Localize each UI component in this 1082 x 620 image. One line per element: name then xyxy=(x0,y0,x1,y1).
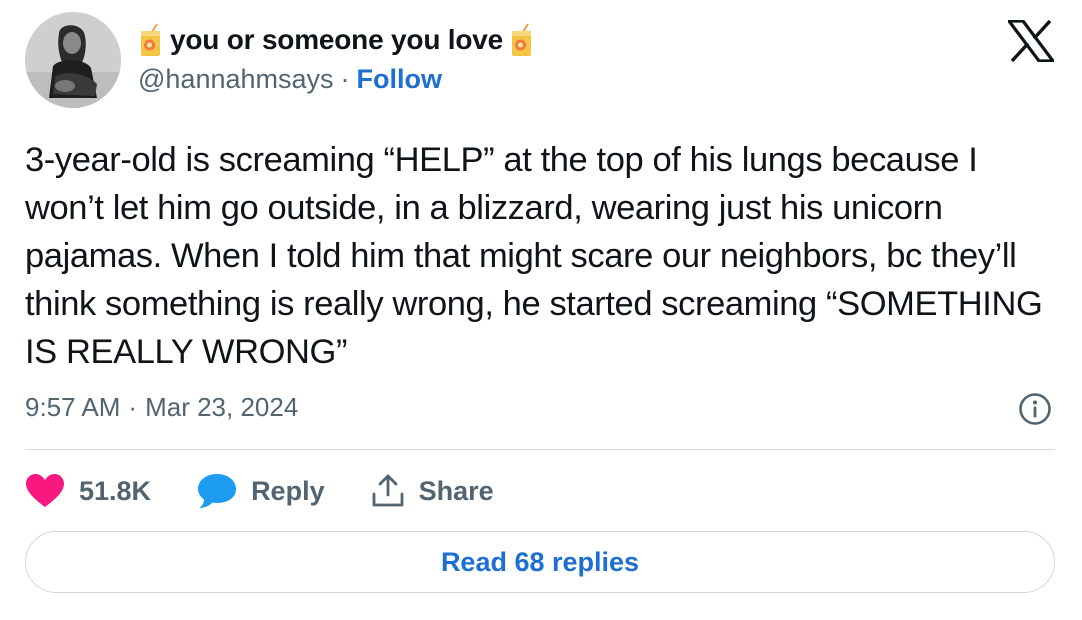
tweet-time: 9:57 AM xyxy=(25,392,121,422)
like-count: 51.8K xyxy=(79,475,152,506)
timestamp-separator: · xyxy=(128,392,138,422)
like-button[interactable]: 51.8K xyxy=(25,473,151,509)
tweet-card: you or someone you love @hannahmsays · F… xyxy=(0,0,1082,620)
reply-button[interactable]: Reply xyxy=(197,473,325,509)
tweet-date: Mar 23, 2024 xyxy=(145,392,299,422)
tweet-text: 3-year-old is screaming “HELP” at the to… xyxy=(25,141,1043,371)
info-icon[interactable] xyxy=(1018,392,1052,426)
author-identity: you or someone you love @hannahmsays · F… xyxy=(138,18,535,95)
avatar[interactable] xyxy=(25,12,121,108)
handle-separator: · xyxy=(340,64,350,94)
share-icon xyxy=(372,474,403,507)
action-bar: 51.8K Reply Share xyxy=(25,470,540,512)
display-name[interactable]: you or someone you love xyxy=(170,24,503,56)
heart-icon xyxy=(26,474,64,507)
speech-bubble-icon xyxy=(198,474,237,508)
x-logo-icon[interactable] xyxy=(1005,19,1057,63)
juice-box-icon xyxy=(138,23,164,57)
tweet-timestamp[interactable]: 9:57 AM · Mar 23, 2024 xyxy=(25,392,298,423)
handle-row: @hannahmsays · Follow xyxy=(138,64,535,95)
name-row: you or someone you love xyxy=(138,18,535,62)
read-replies-label: Read 68 replies xyxy=(440,546,640,577)
juice-box-icon xyxy=(509,23,535,57)
share-button[interactable]: Share xyxy=(371,473,494,509)
share-label: Share xyxy=(418,475,494,506)
reply-label: Reply xyxy=(251,475,325,506)
follow-button[interactable]: Follow xyxy=(357,64,442,95)
read-replies-button[interactable]: Read 68 replies xyxy=(25,531,1055,593)
author-handle[interactable]: @hannahmsays xyxy=(138,64,334,95)
divider xyxy=(25,449,1055,450)
